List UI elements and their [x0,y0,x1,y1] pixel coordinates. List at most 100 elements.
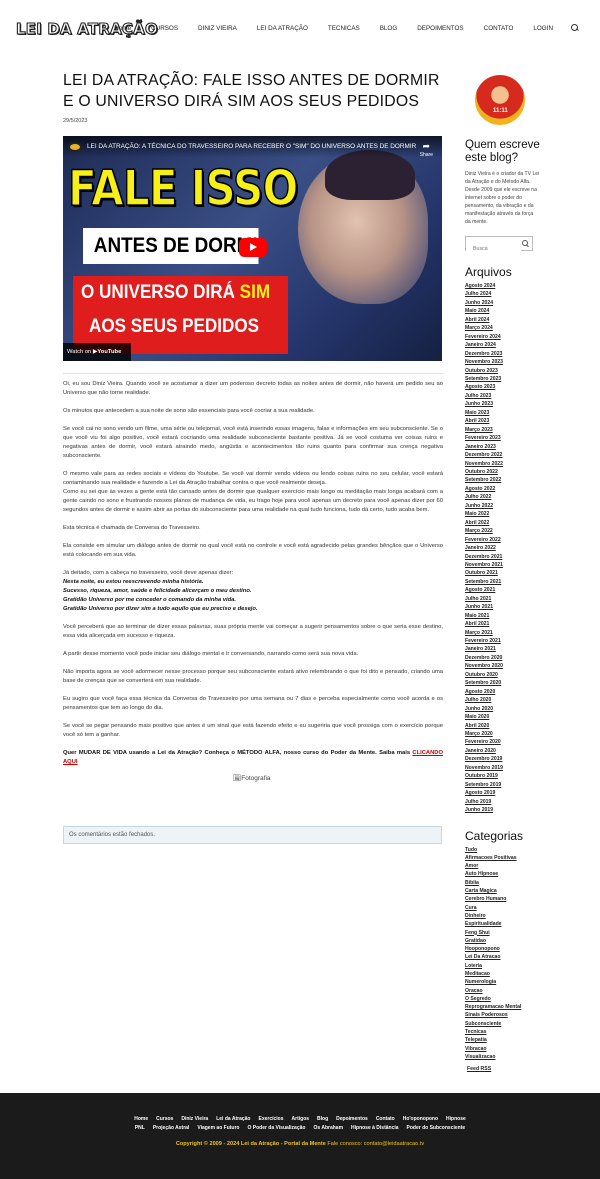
nav-cursos[interactable]: CURSOS [151,25,178,32]
footer-link-lei-da-atracao[interactable]: Lei da Atração [216,1116,250,1122]
archive-link-novembro-2020[interactable]: Novembro 2020 [465,662,540,670]
category-link-espiritualidade[interactable]: Espiritualidade [465,920,540,928]
footer-link-artigos[interactable]: Artigos [292,1116,310,1122]
category-link-cerebro-humano[interactable]: Cerebro Humano [465,895,540,903]
archive-link-outubro-2022[interactable]: Outubro 2022 [465,468,540,476]
footer-link-contato[interactable]: Contato [376,1116,395,1122]
archive-link-junho-2024[interactable]: Junho 2024 [465,299,540,307]
category-link-amor[interactable]: Amor [465,862,540,870]
archive-link-junho-2021[interactable]: Junho 2021 [465,603,540,611]
archive-link-julho-2023[interactable]: Julho 2023 [465,392,540,400]
footer-link-depoimentos[interactable]: Depoimentos [336,1116,368,1122]
archive-link-junho-2022[interactable]: Junho 2022 [465,502,540,510]
archive-link-julho-2019[interactable]: Julho 2019 [465,798,540,806]
category-link-lei-da-atracao[interactable]: Lei Da Atracao [465,953,540,961]
category-link-tudo[interactable]: Tudo [465,846,540,854]
archive-link-julho-2021[interactable]: Julho 2021 [465,595,540,603]
archive-link-janeiro-2021[interactable]: Janeiro 2021 [465,645,540,653]
archive-link-julho-2020[interactable]: Julho 2020 [465,696,540,704]
footer-link-viagem-ao-futuro[interactable]: Viagem ao Futuro [197,1125,239,1131]
category-link-auto-hipnose[interactable]: Auto Hipnose [465,870,540,878]
archive-link-fevereiro-2022[interactable]: Fevereiro 2022 [465,536,540,544]
nav-home[interactable]: Home [114,25,131,32]
footer-link-exercicios[interactable]: Exercícios [259,1116,284,1122]
archive-link-janeiro-2024[interactable]: Janeiro 2024 [465,341,540,349]
category-link-telepatia[interactable]: Telepatia [465,1036,540,1044]
category-link-biblia[interactable]: Biblia [465,879,540,887]
archive-link-agosto-2020[interactable]: Agosto 2020 [465,688,540,696]
archive-link-junho-2019[interactable]: Junho 2019 [465,806,540,814]
search-input[interactable] [466,242,521,256]
archive-link-setembro-2023[interactable]: Setembro 2023 [465,375,540,383]
archive-link-agosto-2021[interactable]: Agosto 2021 [465,586,540,594]
archive-link-dezembro-2022[interactable]: Dezembro 2022 [465,451,540,459]
category-link-sinais-poderosos[interactable]: Sinais Poderosos [465,1011,540,1019]
archive-link-marco-2020[interactable]: Março 2020 [465,730,540,738]
archive-link-marco-2023[interactable]: Março 2023 [465,426,540,434]
archive-link-janeiro-2022[interactable]: Janeiro 2022 [465,544,540,552]
footer-link-hipnose[interactable]: Hipnose [446,1116,466,1122]
archive-link-marco-2024[interactable]: Março 2024 [465,324,540,332]
category-link-reprogramacao-mental[interactable]: Reprogramacao Mental [465,1003,540,1011]
archive-link-outubro-2019[interactable]: Outubro 2019 [465,772,540,780]
archive-link-setembro-2020[interactable]: Setembro 2020 [465,679,540,687]
nav-blog[interactable]: BLOG [380,25,398,32]
archive-link-maio-2024[interactable]: Maio 2024 [465,307,540,315]
footer-link-cursos[interactable]: Cursos [156,1116,173,1122]
category-link-tecnicas[interactable]: Tecnicas [465,1028,540,1036]
category-link-numerologia[interactable]: Numerologia [465,978,540,986]
archive-link-fevereiro-2020[interactable]: Fevereiro 2020 [465,738,540,746]
archive-link-fevereiro-2023[interactable]: Fevereiro 2023 [465,434,540,442]
archive-link-outubro-2020[interactable]: Outubro 2020 [465,671,540,679]
category-link-feng-shui[interactable]: Feng Shui [465,929,540,937]
archive-link-agosto-2019[interactable]: Agosto 2019 [465,789,540,797]
category-link-afirmacoes-positivas[interactable]: Afirmacoes Positivas [465,854,540,862]
archive-link-novembro-2022[interactable]: Novembro 2022 [465,460,540,468]
nav-login[interactable]: LOGIN [533,25,553,32]
category-link-gratidao[interactable]: Gratidao [465,937,540,945]
archive-link-janeiro-2020[interactable]: Janeiro 2020 [465,747,540,755]
share-icon[interactable]: ➦ [422,141,430,152]
archive-link-novembro-2021[interactable]: Novembro 2021 [465,561,540,569]
archive-link-dezembro-2020[interactable]: Dezembro 2020 [465,654,540,662]
footer-link-blog[interactable]: Blog [317,1116,328,1122]
nav-lei-da-atracao[interactable]: LEI DA ATRAÇÃO [257,25,308,32]
category-link-carta-magica[interactable]: Carta Magica [465,887,540,895]
share-label[interactable]: Share [420,152,433,158]
category-link-loteria[interactable]: Loteria [465,962,540,970]
archive-link-outubro-2021[interactable]: Outubro 2021 [465,569,540,577]
footer-link-hipnose-a-distancia[interactable]: Hipnose à Distância [351,1125,399,1131]
channel-avatar[interactable] [68,142,82,152]
archive-link-abril-2024[interactable]: Abril 2024 [465,316,540,324]
archive-link-maio-2022[interactable]: Maio 2022 [465,510,540,518]
archive-link-julho-2024[interactable]: Julho 2024 [465,290,540,298]
nav-contato[interactable]: CONTATO [484,25,514,32]
video-embed[interactable]: LEI DA ATRAÇÃO: A TÉCNICA DO TRAVESSEIRO… [63,136,442,361]
contact-email[interactable]: Fale conosco: contato@leidaatracao.tv [326,1141,424,1147]
archive-link-dezembro-2019[interactable]: Dezembro 2019 [465,755,540,763]
nav-tecnicas[interactable]: TECNICAS [328,25,360,32]
archive-link-agosto-2023[interactable]: Agosto 2023 [465,383,540,391]
archive-link-maio-2023[interactable]: Maio 2023 [465,409,540,417]
archive-link-setembro-2021[interactable]: Setembro 2021 [465,578,540,586]
archive-link-marco-2022[interactable]: Março 2022 [465,527,540,535]
category-link-visualizacao[interactable]: Visualizacao [465,1053,540,1061]
nav-diniz-vieira[interactable]: DINIZ VIEIRA [198,25,237,32]
archive-link-dezembro-2021[interactable]: Dezembro 2021 [465,553,540,561]
feed-rss-link[interactable]: Feed RSS [467,1066,540,1072]
archive-link-outubro-2023[interactable]: Outubro 2023 [465,367,540,375]
archive-link-setembro-2022[interactable]: Setembro 2022 [465,476,540,484]
archive-link-abril-2020[interactable]: Abril 2020 [465,722,540,730]
watch-on-youtube[interactable]: Watch on ▶YouTube [63,343,131,361]
footer-link-pnl[interactable]: PNL [135,1125,145,1131]
archive-link-novembro-2023[interactable]: Novembro 2023 [465,358,540,366]
footer-link-ho-oponopono[interactable]: Ho'oponopono [403,1116,438,1122]
category-link-o-segredo[interactable]: O Segredo [465,995,540,1003]
play-button[interactable] [239,238,267,257]
archive-link-maio-2020[interactable]: Maio 2020 [465,713,540,721]
category-link-dinheiro[interactable]: Dinheiro [465,912,540,920]
footer-link-diniz-vieira[interactable]: Diniz Vieira [181,1116,208,1122]
archive-link-agosto-2022[interactable]: Agosto 2022 [465,485,540,493]
archive-link-julho-2022[interactable]: Julho 2022 [465,493,540,501]
archive-link-agosto-2024[interactable]: Agosto 2024 [465,282,540,290]
